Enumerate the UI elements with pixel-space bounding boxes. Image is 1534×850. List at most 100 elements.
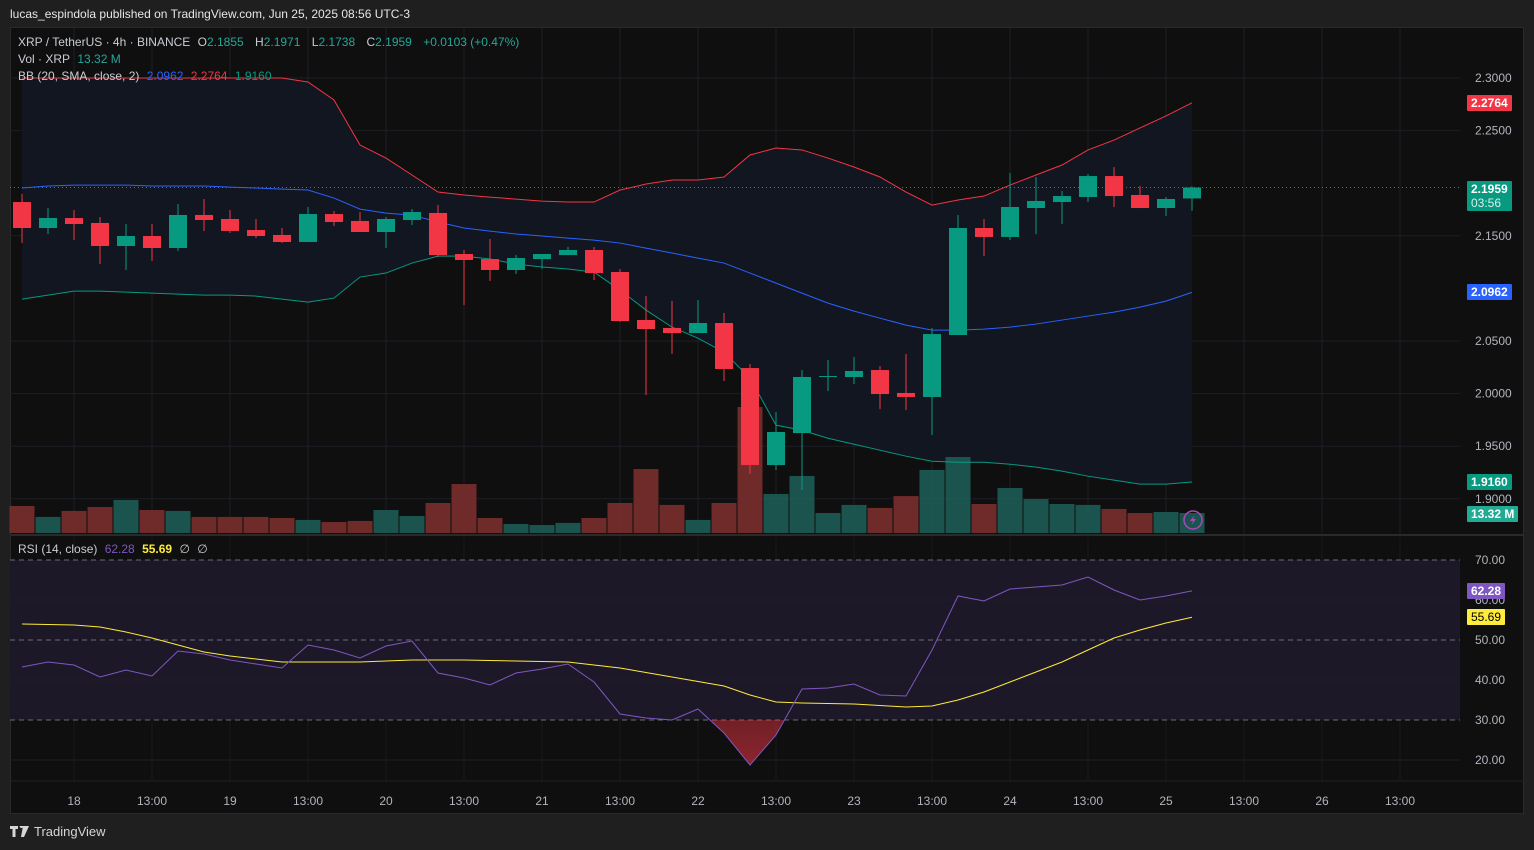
price-tick-label: 2.2500 xyxy=(1475,124,1512,138)
bar-countdown: 03:56 xyxy=(1471,195,1502,210)
volume-bar xyxy=(35,516,61,533)
volume-bar xyxy=(1101,508,1127,533)
candle-body xyxy=(1105,176,1123,197)
rsi-na-1: ∅ xyxy=(179,542,190,556)
bb-legend[interactable]: BB (20, SMA, close, 2) 2.0962 2.2764 1.9… xyxy=(18,69,276,83)
volume-bar xyxy=(113,499,139,533)
candle-body xyxy=(1183,187,1201,199)
time-tick-label: 13:00 xyxy=(1229,794,1259,808)
volume-value: 13.32 M xyxy=(77,52,121,66)
volume-bar xyxy=(763,493,789,533)
time-tick-label: 19 xyxy=(223,794,237,808)
brand-name: TradingView xyxy=(34,824,106,839)
rsi-label: RSI (14, close) xyxy=(18,542,98,556)
candle-body xyxy=(923,334,941,397)
time-tick-label: 13:00 xyxy=(137,794,167,808)
candle-body xyxy=(585,250,603,274)
volume-bar xyxy=(243,516,269,533)
rsi-legend[interactable]: RSI (14, close) 62.28 55.69 ∅ ∅ xyxy=(18,542,212,556)
bb-mid-value: 2.0962 xyxy=(146,69,184,83)
candle-body xyxy=(845,370,863,377)
candle-body xyxy=(793,376,811,434)
volume-bar xyxy=(1049,504,1075,533)
volume-bar xyxy=(61,510,87,533)
volume-bar xyxy=(867,507,893,533)
volume-bar xyxy=(607,502,633,533)
time-tick-label: 22 xyxy=(691,794,705,808)
candle-body xyxy=(689,323,707,334)
volume-bar xyxy=(9,505,35,533)
candle-body xyxy=(169,214,187,249)
candle-body xyxy=(39,218,57,229)
candle-body xyxy=(91,222,109,247)
volume-bar xyxy=(295,519,321,533)
candle-body xyxy=(195,214,213,221)
bb-upper-value: 2.2764 xyxy=(190,69,228,83)
symbol-legend[interactable]: XRP / TetherUS · 4h · BINANCE O2.1855 H2… xyxy=(18,35,523,49)
rsi-value: 62.28 xyxy=(104,542,135,556)
candle-body xyxy=(325,214,343,223)
volume-tag: 13.32 M xyxy=(1467,506,1519,522)
time-tick-label: 26 xyxy=(1315,794,1329,808)
rsi-tick-label: 20.00 xyxy=(1475,753,1505,767)
chart-canvas[interactable]: 2.3000 2.2500 2.1500 2.0500 2.0000 1.9500 1.90… xyxy=(0,0,1534,850)
candle-body xyxy=(299,214,317,243)
candle-body xyxy=(13,202,31,229)
candle-body xyxy=(767,431,785,466)
rsi-tick-label: 40.00 xyxy=(1475,673,1505,687)
time-tick-label: 13:00 xyxy=(605,794,635,808)
time-tick-label: 20 xyxy=(379,794,393,808)
candle-body xyxy=(1027,200,1045,209)
volume-bar xyxy=(373,510,399,533)
candle-body xyxy=(1053,196,1071,203)
candle-body xyxy=(975,228,993,237)
price-tick-label: 2.0500 xyxy=(1475,334,1512,348)
candle-body xyxy=(247,230,265,237)
time-axis[interactable]: 18 13:00 19 13:00 20 13:00 21 13:00 22 13:00 23 13:… xyxy=(67,794,1415,808)
volume-bar xyxy=(425,502,451,533)
bb-basis-price-tag: 2.0962 xyxy=(1467,284,1512,301)
volume-bar xyxy=(633,469,659,533)
time-tick-label: 13:00 xyxy=(449,794,479,808)
high-value: H2.1971 xyxy=(255,35,301,49)
volume-bar xyxy=(87,507,113,533)
bb-lower-price-tag: 1.9160 xyxy=(1467,473,1512,490)
candle-body xyxy=(1157,198,1175,209)
candle-body xyxy=(273,234,291,243)
time-tick-label: 18 xyxy=(67,794,81,808)
candle-body xyxy=(559,250,577,256)
close-value: C2.1959 xyxy=(366,35,412,49)
rsi-tick-label: 70.00 xyxy=(1475,553,1505,567)
volume-bar xyxy=(1023,499,1049,533)
symbol-title: XRP / TetherUS · 4h · BINANCE xyxy=(18,35,191,49)
price-tick-label: 1.9000 xyxy=(1475,492,1512,506)
rsi-na-2: ∅ xyxy=(197,542,208,556)
rsi-tag: 62.28 xyxy=(1467,582,1506,599)
candle-body xyxy=(117,236,135,247)
volume-bar xyxy=(997,487,1023,533)
bb-label: BB (20, SMA, close, 2) xyxy=(18,69,140,83)
candle-body xyxy=(611,271,629,322)
volume-bar xyxy=(893,496,919,533)
volume-bar xyxy=(269,517,295,533)
candle-body xyxy=(351,220,369,233)
candle-body xyxy=(871,370,889,395)
time-tick-label: 13:00 xyxy=(1385,794,1415,808)
open-value: O2.1855 xyxy=(197,35,244,49)
volume-bar xyxy=(451,484,477,533)
volume-bar xyxy=(477,517,503,533)
candle-body xyxy=(377,218,395,233)
candle-body xyxy=(949,228,967,336)
rsi-ma-tag: 55.69 xyxy=(1467,609,1506,626)
tradingview-logo[interactable]: TradingView xyxy=(10,824,106,839)
candle-body xyxy=(455,253,473,260)
rsi-tick-label: 30.00 xyxy=(1475,713,1505,727)
volume-legend[interactable]: Vol · XRP 13.32 M xyxy=(18,52,125,66)
volume-bar xyxy=(321,522,347,533)
candle-body xyxy=(637,319,655,330)
bb-lower-value: 1.9160 xyxy=(234,69,272,83)
candle-body xyxy=(533,253,551,260)
volume-bar xyxy=(919,469,945,533)
volume-label: Vol · XRP xyxy=(18,52,71,66)
time-tick-label: 13:00 xyxy=(917,794,947,808)
